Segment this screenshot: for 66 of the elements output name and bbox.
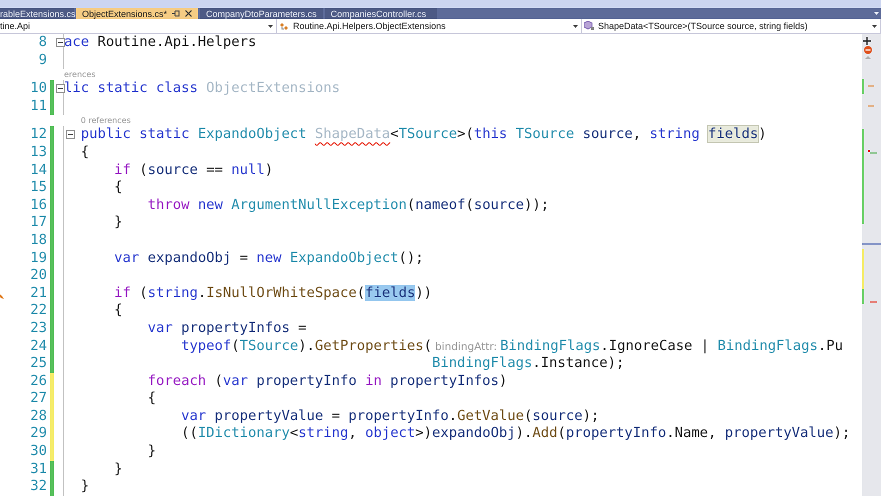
line-number: 24 bbox=[29, 338, 47, 356]
line-number: 15 bbox=[29, 179, 47, 197]
caret-icon bbox=[268, 24, 273, 28]
code-line: { bbox=[113, 179, 123, 197]
code-line: var expandoObj = new ExpandoObject(); bbox=[113, 250, 424, 268]
code-line: ace Routine.Api.Helpers bbox=[64, 34, 256, 52]
overview-scrollbar[interactable] bbox=[859, 34, 881, 496]
navigation-dropdown[interactable]: tine.Api bbox=[0, 19, 277, 33]
line-number: 32 bbox=[29, 478, 47, 496]
code-line: ((IDictionary<string, object>)expandoObj).Add(propertyInfo.Name, propertyValue); bbox=[180, 425, 850, 444]
line-number: 31 bbox=[29, 460, 47, 478]
line-number: 14 bbox=[29, 162, 47, 180]
line-number: 8 bbox=[38, 34, 47, 52]
code-line: } bbox=[113, 214, 123, 232]
line-number: 18 bbox=[29, 232, 47, 250]
code-line: throw new ArgumentNullException(nameof(source)); bbox=[146, 196, 550, 214]
line-number: 26 bbox=[29, 372, 47, 390]
file-tab[interactable]: CompanyDtoParameters.cs bbox=[200, 8, 323, 19]
code-line: typeof(TSource).GetProperties( bindingAttr: BindingFlags.IgnoreCase | BindingFlags.Pu bbox=[180, 338, 843, 356]
line-number: 27 bbox=[29, 390, 47, 408]
line-number: 10 bbox=[29, 80, 47, 98]
line-number: 28 bbox=[29, 408, 47, 426]
line-number: 16 bbox=[29, 196, 47, 214]
code-line: if (source == null) bbox=[113, 162, 274, 180]
line-number: 22 bbox=[29, 302, 47, 320]
class-icon bbox=[279, 22, 290, 30]
file-tab[interactable]: rableExtensions.cs bbox=[0, 8, 74, 19]
caret-icon bbox=[573, 24, 578, 28]
file-tab[interactable]: CompaniesController.cs bbox=[324, 8, 437, 19]
navigation-dropdown[interactable]: Routine.Api.Helpers.ObjectExtensions bbox=[277, 19, 582, 33]
collapse-icon[interactable] bbox=[56, 38, 65, 47]
code-line: { bbox=[80, 144, 90, 162]
line-number: 29 bbox=[29, 425, 47, 444]
method-icon bbox=[584, 21, 595, 31]
code-line: if (string.IsNullOrWhiteSpace(fields)) bbox=[113, 284, 432, 302]
line-number: 11 bbox=[29, 98, 47, 116]
code-line: { bbox=[146, 390, 156, 408]
line-number: 17 bbox=[29, 214, 47, 232]
code-line: { bbox=[113, 302, 123, 320]
line-number: 21 bbox=[29, 284, 47, 302]
code-line: lic static class ObjectExtensions bbox=[64, 80, 340, 98]
code-line: var propertyInfos = bbox=[146, 320, 307, 338]
line-number: 25 bbox=[29, 355, 47, 373]
code-line: } bbox=[146, 443, 156, 461]
caret-icon[interactable] bbox=[874, 12, 879, 15]
line-number: 13 bbox=[29, 144, 47, 162]
navigation-dropdown[interactable]: ShapeData<TSource>(TSource source, string fields) bbox=[582, 19, 881, 33]
code-line: BindingFlags.Instance); bbox=[430, 355, 624, 373]
codelens-link[interactable]: erences bbox=[64, 69, 96, 80]
code-line: } bbox=[113, 460, 123, 478]
caret-icon bbox=[872, 24, 877, 28]
code-line: var propertyValue = propertyInfo.GetValue(source); bbox=[180, 408, 600, 426]
line-number: 12 bbox=[29, 126, 47, 144]
code-line: foreach (var propertyInfo in propertyInfos) bbox=[146, 372, 508, 390]
close-icon[interactable] bbox=[185, 10, 192, 17]
line-number: 9 bbox=[38, 52, 47, 70]
pin-icon[interactable] bbox=[172, 10, 180, 17]
code-line: } bbox=[80, 478, 90, 496]
collapse-icon[interactable] bbox=[66, 130, 75, 140]
line-number: 20 bbox=[29, 267, 47, 285]
line-number: 30 bbox=[29, 443, 47, 461]
file-tab[interactable]: ObjectExtensions.cs* bbox=[76, 8, 198, 19]
line-number: 19 bbox=[29, 250, 47, 268]
code-line: public static ExpandoObject ShapeData<TSource>(this TSource source, string fields) bbox=[64, 126, 767, 144]
line-number: 23 bbox=[29, 320, 47, 338]
collapse-icon[interactable] bbox=[56, 84, 65, 94]
